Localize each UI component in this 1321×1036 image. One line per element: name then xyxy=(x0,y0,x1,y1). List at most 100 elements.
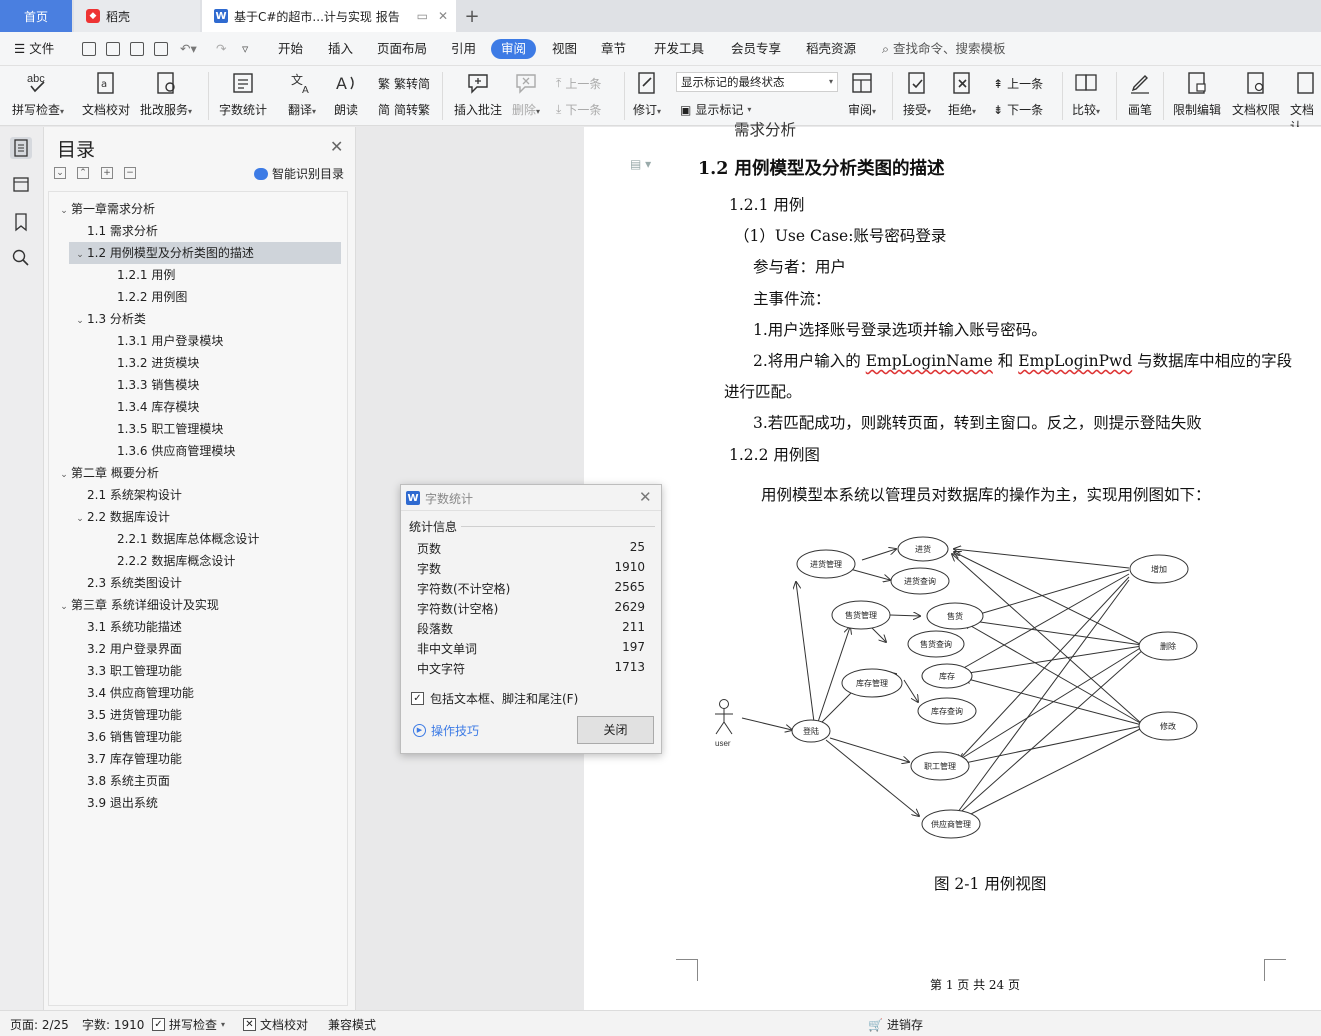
menu-chapter[interactable]: 章节 xyxy=(599,39,628,59)
menu-developer[interactable]: 开发工具 xyxy=(652,39,706,59)
plus-icon[interactable]: + xyxy=(101,167,113,179)
new-tab-button[interactable]: + xyxy=(460,0,484,32)
review-pane-button[interactable]: 审阅▾ xyxy=(848,70,876,118)
toc-item[interactable]: 1.3.2 进货模块 xyxy=(103,352,199,374)
window-restore-icon[interactable]: ▭ xyxy=(417,9,428,23)
markup-state-select[interactable]: 显示标记的最终状态 ▾ xyxy=(676,72,838,92)
toc-item[interactable]: 2.1 系统架构设计 xyxy=(73,484,182,506)
delete-comment-button[interactable]: 删除▾ xyxy=(512,70,540,118)
quick-access-more-icon[interactable]: ▿ xyxy=(240,39,250,59)
status-doc-proof[interactable]: ✕ 文档校对 xyxy=(243,1016,308,1033)
spell-error-word[interactable]: EmpLoginName xyxy=(866,352,993,370)
toc-item[interactable]: ⌄ 第二章 概要分析 xyxy=(57,462,159,484)
toc-item[interactable]: 2.2.2 数据库概念设计 xyxy=(103,550,235,572)
chevron-down-icon[interactable]: ⌄ xyxy=(73,508,87,530)
word-count-indicator[interactable]: 字数: 1910 xyxy=(82,1016,144,1033)
toc-item[interactable]: 1.3.4 库存模块 xyxy=(103,396,199,418)
accept-button[interactable]: 接受▾ xyxy=(903,70,931,118)
toc-panel-icon[interactable] xyxy=(10,137,32,159)
chapter-nav-icon[interactable] xyxy=(10,173,32,195)
collapse-all-icon[interactable]: ⌄ xyxy=(54,167,66,179)
print-preview-icon[interactable] xyxy=(154,42,168,56)
next-change-button[interactable]: ⇟ 下一条 xyxy=(993,101,1043,118)
translate-button[interactable]: 文A 翻译▾ xyxy=(288,70,316,118)
tab-home[interactable]: 首页 xyxy=(0,0,72,32)
toc-item[interactable]: ⌄ 1.2 用例模型及分析类图的描述 xyxy=(69,242,341,264)
expand-up-icon[interactable]: ⌃ xyxy=(77,167,89,179)
status-center-item[interactable]: 🛒 进销存 xyxy=(868,1016,923,1033)
reject-button[interactable]: 拒绝▾ xyxy=(948,70,976,118)
tab-daoke[interactable]: ◆ 稻壳 xyxy=(74,0,200,32)
toc-item[interactable]: 1.3.5 职工管理模块 xyxy=(103,418,223,440)
spell-check-button[interactable]: abc 拼写检查▾ xyxy=(12,70,64,118)
toc-item[interactable]: 3.3 职工管理功能 xyxy=(73,660,182,682)
toc-item[interactable]: 3.5 进货管理功能 xyxy=(73,704,182,726)
chevron-down-icon[interactable]: ⌄ xyxy=(57,596,71,618)
close-icon[interactable]: ✕ xyxy=(639,488,652,506)
toc-item[interactable]: 1.3.3 销售模块 xyxy=(103,374,199,396)
doc-more-button[interactable]: 文档认 xyxy=(1290,70,1321,135)
include-textbox-checkbox[interactable]: ✓ 包括文本框、脚注和尾注(F) xyxy=(411,690,578,707)
toc-item[interactable]: 3.6 销售管理功能 xyxy=(73,726,182,748)
chevron-down-icon[interactable]: ⌄ xyxy=(73,310,87,332)
restrict-edit-button[interactable]: 限制编辑 xyxy=(1173,70,1221,118)
toc-item[interactable]: 1.3.1 用户登录模块 xyxy=(103,330,223,352)
menu-view[interactable]: 视图 xyxy=(550,39,579,59)
smart-toc-button[interactable]: 智能识别目录 xyxy=(254,165,344,182)
menu-review[interactable]: 审阅 xyxy=(491,39,537,59)
prev-change-button[interactable]: ⇞ 上一条 xyxy=(993,75,1043,92)
toc-item[interactable]: 2.2.1 数据库总体概念设计 xyxy=(103,528,259,550)
chevron-down-icon[interactable]: ⌄ xyxy=(57,200,71,222)
page-indicator[interactable]: 页面: 2/25 xyxy=(10,1016,69,1033)
simp-to-trad-button[interactable]: 简简转繁 xyxy=(378,101,430,118)
menu-member[interactable]: 会员专享 xyxy=(729,39,783,59)
status-spell-check[interactable]: ✓ 拼写检查 ▾ xyxy=(152,1016,225,1033)
prev-comment-button[interactable]: ⤒ 上一条 xyxy=(556,75,601,92)
spell-error-word[interactable]: EmpLoginPwd xyxy=(1018,352,1132,370)
doc-proof-button[interactable]: a 文档校对 xyxy=(82,70,130,118)
menu-layout[interactable]: 页面布局 xyxy=(375,39,429,59)
close-icon[interactable]: ✕ xyxy=(330,137,343,156)
chevron-down-icon[interactable]: ⌄ xyxy=(57,464,71,486)
compare-button[interactable]: 比较▾ xyxy=(1072,70,1100,118)
document-page[interactable]: 需求分析 ▤ ▾ 1.2 用例模型及分析类图的描述 1.2.1 用例 （1）Us… xyxy=(584,121,1321,1010)
export-pdf-icon[interactable] xyxy=(106,42,120,56)
close-button[interactable]: 关闭 xyxy=(577,716,654,744)
undo-icon[interactable]: ↶▾ xyxy=(178,39,199,59)
toc-item[interactable]: 2.3 系统类图设计 xyxy=(73,572,182,594)
toc-item[interactable]: 3.9 退出系统 xyxy=(73,792,158,814)
toc-item[interactable]: ⌄ 第三章 系统详细设计及实现 xyxy=(57,594,219,616)
toc-item[interactable]: 1.1 需求分析 xyxy=(73,220,158,242)
save-icon[interactable] xyxy=(82,42,96,56)
menu-insert[interactable]: 插入 xyxy=(326,39,355,59)
toc-item[interactable]: 3.7 库存管理功能 xyxy=(73,748,182,770)
toc-item[interactable]: 3.2 用户登录界面 xyxy=(73,638,182,660)
dialog-header[interactable]: W 字数统计 ✕ xyxy=(401,485,661,511)
trad-to-simp-button[interactable]: 繁繁转简 xyxy=(378,75,430,92)
toc-item[interactable]: 1.3.6 供应商管理模块 xyxy=(103,440,235,462)
toc-item[interactable]: ⌄ 第一章需求分析 xyxy=(57,198,155,220)
review-service-button[interactable]: 批改服务▾ xyxy=(140,70,192,118)
track-changes-button[interactable]: 修订▾ xyxy=(633,70,661,118)
print-icon[interactable] xyxy=(130,42,144,56)
toc-item[interactable]: ⌄ 1.3 分析类 xyxy=(73,308,146,330)
menu-daoke-resources[interactable]: 稻壳资源 xyxy=(804,39,858,59)
redo-icon[interactable]: ↷ xyxy=(214,39,228,59)
tab-document[interactable]: W 基于C#的超市...计与实现 报告 ▭ ✕ xyxy=(202,0,456,32)
pen-button[interactable]: 画笔 xyxy=(1127,70,1153,118)
menu-start[interactable]: 开始 xyxy=(276,39,305,59)
word-count-button[interactable]: 字数统计 xyxy=(219,70,267,118)
insert-comment-button[interactable]: 插入批注 xyxy=(454,70,502,118)
toc-item[interactable]: 1.2.1 用例 xyxy=(103,264,175,286)
toc-item[interactable]: 3.1 系统功能描述 xyxy=(73,616,182,638)
tips-link[interactable]: ▶ 操作技巧 xyxy=(413,722,479,739)
minus-icon[interactable]: − xyxy=(124,167,136,179)
tab-close-icon[interactable]: ✕ xyxy=(438,9,448,23)
toc-item[interactable]: 3.4 供应商管理功能 xyxy=(73,682,194,704)
bookmark-icon[interactable] xyxy=(10,211,32,233)
chevron-down-icon[interactable]: ⌄ xyxy=(73,244,87,266)
read-aloud-button[interactable]: A 朗读 xyxy=(333,70,359,118)
doc-permission-button[interactable]: 文档权限 xyxy=(1232,70,1280,118)
toc-item[interactable]: 1.2.2 用例图 xyxy=(103,286,187,308)
search-icon[interactable] xyxy=(10,247,32,269)
